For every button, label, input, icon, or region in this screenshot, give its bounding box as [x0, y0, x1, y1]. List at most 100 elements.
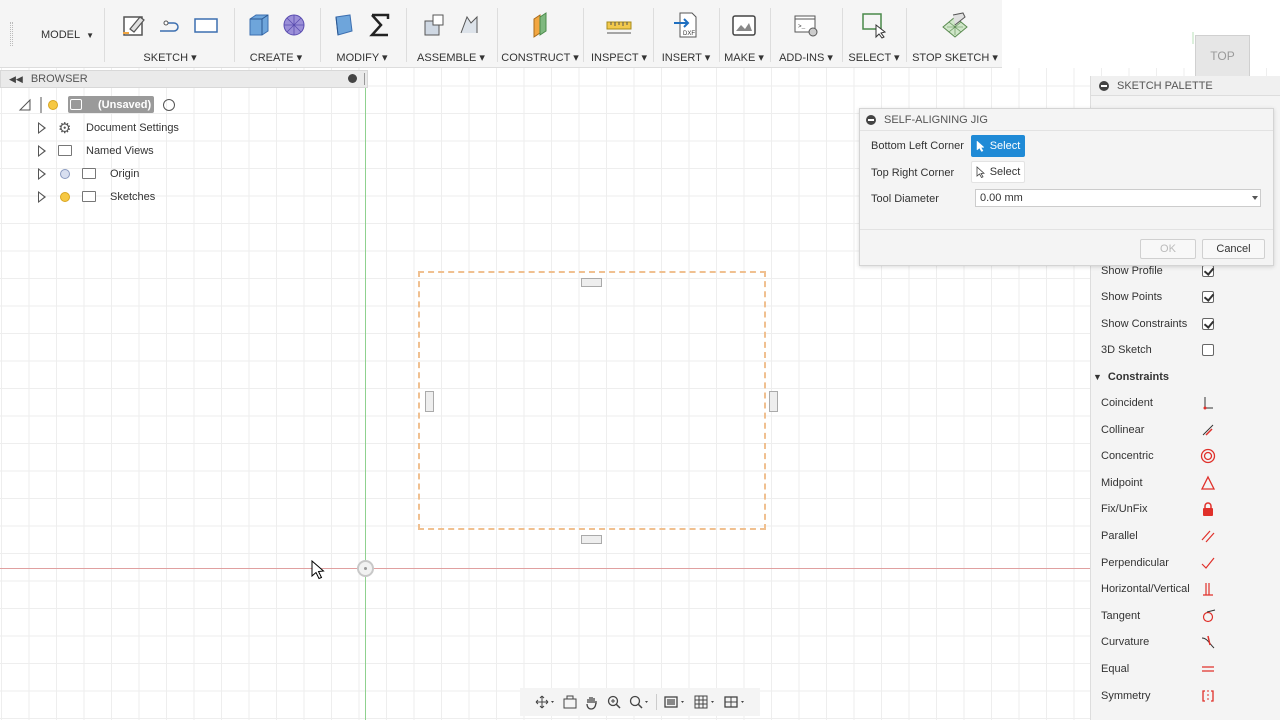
form-icon[interactable] [280, 11, 308, 39]
show-constraints-checkbox[interactable] [1202, 318, 1214, 330]
inspect-group[interactable]: INSPECT ▾ [588, 6, 650, 66]
horizontal-vertical-icon[interactable] [1199, 580, 1217, 598]
expand-triangle-icon[interactable] [38, 122, 46, 134]
grid-settings-icon[interactable] [693, 694, 717, 710]
tool-diameter-input[interactable]: 0.00 mm [975, 189, 1261, 207]
pan-hand-icon[interactable] [584, 694, 600, 710]
browser-item-named-views[interactable]: Named Views [0, 140, 368, 162]
measure-icon[interactable] [605, 11, 633, 39]
curvature-icon[interactable] [1199, 633, 1217, 651]
activate-radio-icon[interactable] [163, 99, 175, 111]
extrude-icon[interactable] [244, 11, 272, 39]
sketch-menu-label[interactable]: SKETCH ▾ [108, 51, 232, 64]
window-select-icon[interactable] [860, 11, 888, 39]
browser-resize-handle[interactable] [364, 73, 366, 85]
line-icon[interactable] [156, 11, 184, 39]
3d-sketch-checkbox[interactable] [1202, 344, 1214, 356]
constraints-section-header[interactable]: ▼ Constraints [1093, 366, 1169, 388]
stop-sketch-group[interactable]: STOP SKETCH ▾ [910, 6, 1000, 66]
new-component-icon[interactable] [419, 11, 447, 39]
browser-item-document-settings[interactable]: ⚙ Document Settings [0, 117, 368, 139]
modify-group[interactable]: MODIFY ▾ [322, 6, 402, 66]
press-pull-icon[interactable] [330, 11, 358, 39]
tangent-icon[interactable] [1199, 607, 1217, 625]
concentric-icon[interactable] [1199, 447, 1217, 465]
dialog-header[interactable]: SELF-ALIGNING JIG [860, 109, 1273, 131]
visibility-bulb-icon[interactable] [48, 100, 58, 110]
bottom-left-select-button[interactable]: Select [971, 135, 1025, 157]
browser-item-sketches[interactable]: Sketches [0, 186, 368, 208]
create-group[interactable]: CREATE ▾ [236, 6, 316, 66]
viewcube[interactable]: TOP [1195, 35, 1250, 77]
expand-triangle-icon[interactable] [38, 145, 46, 157]
viewports-icon[interactable] [723, 694, 747, 710]
3d-print-icon[interactable] [730, 11, 758, 39]
insert-dxf-icon[interactable]: DXF [672, 11, 700, 39]
top-right-select-button[interactable]: Select [971, 161, 1025, 183]
workspace-switcher[interactable]: MODEL ▼ [20, 22, 115, 48]
show-points-checkbox[interactable] [1202, 291, 1214, 303]
construct-menu-label[interactable]: CONSTRUCT ▾ [500, 51, 580, 64]
inspect-menu-label[interactable]: INSPECT ▾ [588, 51, 650, 64]
symmetry-icon[interactable] [1199, 687, 1217, 705]
create-menu-label[interactable]: CREATE ▾ [236, 51, 316, 64]
orbit-icon[interactable] [534, 694, 556, 710]
collapse-dialog-icon[interactable] [866, 114, 876, 125]
look-at-icon[interactable] [562, 694, 578, 710]
bottom-handle[interactable] [581, 535, 602, 544]
cancel-button[interactable]: Cancel [1202, 239, 1265, 259]
toolbar-grip[interactable] [10, 22, 13, 46]
construct-group[interactable]: CONSTRUCT ▾ [500, 6, 580, 66]
scripts-addins-icon[interactable]: >_ [792, 11, 820, 39]
collinear-icon[interactable] [1199, 421, 1217, 439]
display-settings-icon[interactable] [663, 694, 687, 710]
select-group[interactable]: SELECT ▾ [846, 6, 902, 66]
equal-icon[interactable] [1199, 660, 1217, 678]
sketch-group[interactable]: SKETCH ▾ [108, 6, 232, 66]
perpendicular-icon[interactable] [1199, 554, 1217, 572]
make-menu-label[interactable]: MAKE ▾ [722, 51, 766, 64]
rectangle-icon[interactable] [192, 11, 220, 39]
left-handle[interactable] [425, 391, 434, 412]
top-handle[interactable] [581, 278, 602, 287]
collapse-palette-icon[interactable] [1099, 80, 1109, 91]
right-handle[interactable] [769, 391, 778, 412]
zoom-icon[interactable] [606, 694, 622, 710]
browser-root-row[interactable]: (Unsaved) [0, 94, 368, 116]
dropdown-arrow-icon[interactable] [1252, 196, 1258, 200]
parallel-icon[interactable] [1199, 527, 1217, 545]
collapse-browser-icon[interactable]: ◀◀ [9, 74, 23, 85]
ok-button[interactable]: OK [1140, 239, 1196, 259]
expand-triangle-icon[interactable] [38, 191, 46, 203]
collapse-triangle-icon[interactable] [18, 98, 32, 112]
modify-menu-label[interactable]: MODIFY ▾ [322, 51, 402, 64]
insert-menu-label[interactable]: INSERT ▾ [656, 51, 716, 64]
stop-sketch-icon[interactable] [941, 11, 969, 39]
jig-outline-rectangle[interactable] [418, 271, 766, 530]
browser-pin-icon[interactable] [348, 74, 357, 83]
offset-plane-icon[interactable] [526, 11, 554, 39]
joint-icon[interactable] [455, 11, 483, 39]
fit-zoom-icon[interactable] [628, 694, 650, 710]
lock-icon[interactable] [1199, 500, 1217, 518]
insert-group[interactable]: DXF INSERT ▾ [656, 6, 716, 66]
stop-sketch-menu-label[interactable]: STOP SKETCH ▾ [910, 51, 1000, 64]
select-menu-label[interactable]: SELECT ▾ [846, 51, 902, 64]
palette-header[interactable]: SKETCH PALETTE [1091, 76, 1280, 96]
tree-indent [40, 97, 42, 113]
midpoint-icon[interactable] [1199, 474, 1217, 492]
add-ins-menu-label[interactable]: ADD-INS ▾ [774, 51, 838, 64]
visibility-bulb-icon[interactable] [60, 192, 70, 202]
make-group[interactable]: MAKE ▾ [722, 6, 766, 66]
show-profile-checkbox[interactable] [1202, 265, 1214, 277]
expand-triangle-icon[interactable] [38, 168, 46, 180]
browser-item-origin[interactable]: Origin [0, 163, 368, 185]
hidden-bulb-icon[interactable] [60, 169, 70, 179]
compute-sigma-icon[interactable] [366, 11, 394, 39]
coincident-icon[interactable] [1199, 394, 1217, 412]
create-sketch-icon[interactable] [120, 11, 148, 39]
add-ins-group[interactable]: >_ ADD-INS ▾ [774, 6, 838, 66]
origin-point[interactable] [357, 560, 374, 577]
assemble-group[interactable]: ASSEMBLE ▾ [410, 6, 492, 66]
assemble-menu-label[interactable]: ASSEMBLE ▾ [410, 51, 492, 64]
